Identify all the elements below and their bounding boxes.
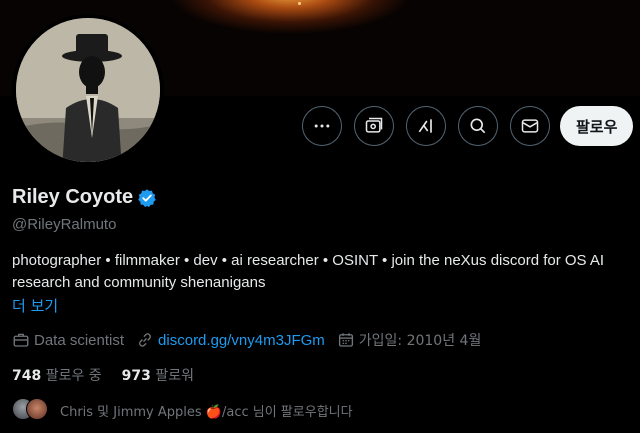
link-icon	[139, 333, 151, 347]
followers-label: 팔로워	[155, 368, 194, 384]
banner-light-dot	[298, 2, 301, 5]
mail-icon	[521, 119, 539, 133]
subscribe-button[interactable]	[354, 106, 394, 146]
following-stat[interactable]: 748 팔로우 중	[12, 365, 102, 385]
profile-handle: @RileyRalmuto	[12, 216, 117, 233]
followers-stat[interactable]: 973 팔로워	[122, 365, 194, 385]
apple-emoji: 🍎	[205, 404, 222, 420]
joined-item: 가입일: 2010년 4월	[337, 330, 482, 350]
profile-meta: Data scientist discord.gg/vny4m3JFGm 가입일…	[12, 330, 493, 350]
followed-by-row[interactable]: Chris 및 Jimmy Apples 🍎/acc 님이 팔로우합니다	[12, 398, 353, 422]
search-button[interactable]	[458, 106, 498, 146]
message-button[interactable]	[510, 106, 550, 146]
followers-count: 973	[121, 368, 151, 384]
profile-bio: photographer • filmmaker • dev • ai rese…	[12, 252, 605, 291]
joined-date: 가입일: 2010년 4월	[358, 333, 482, 349]
verified-badge-icon[interactable]	[137, 188, 157, 208]
avatar-image	[16, 18, 160, 162]
follow-stats: 748 팔로우 중 973 팔로워	[12, 365, 194, 385]
following-label: 팔로우 중	[45, 368, 102, 384]
calendar-icon	[338, 333, 353, 347]
website-link[interactable]: discord.gg/vny4m3JFGm	[158, 332, 325, 349]
subscribe-icon	[365, 117, 383, 133]
more-button[interactable]	[302, 106, 342, 146]
grok-button[interactable]	[406, 106, 446, 146]
profile-actions: 팔로우	[302, 106, 634, 146]
grok-icon	[418, 119, 432, 133]
search-icon	[470, 118, 486, 134]
profile-name: Riley Coyote	[12, 186, 134, 208]
avatar[interactable]	[12, 14, 164, 166]
profile-name-row: Riley Coyote	[12, 186, 157, 209]
show-more-link[interactable]: 더 보기	[12, 295, 58, 316]
website-item[interactable]: discord.gg/vny4m3JFGm	[136, 331, 325, 349]
followed-by-names: Chris 및 Jimmy Apples	[60, 404, 202, 420]
followed-by-suffix: /acc 님이 팔로우합니다	[221, 404, 353, 420]
profession-item: Data scientist	[12, 331, 124, 349]
followed-by-text: Chris 및 Jimmy Apples 🍎/acc 님이 팔로우합니다	[60, 401, 353, 420]
follow-button[interactable]: 팔로우	[560, 106, 634, 146]
profession-label: Data scientist	[34, 331, 125, 349]
followed-by-avatars	[12, 398, 52, 422]
follower-avatar	[26, 398, 48, 420]
following-count: 748	[12, 368, 42, 384]
briefcase-icon	[13, 333, 29, 347]
more-dots-icon	[314, 124, 330, 128]
